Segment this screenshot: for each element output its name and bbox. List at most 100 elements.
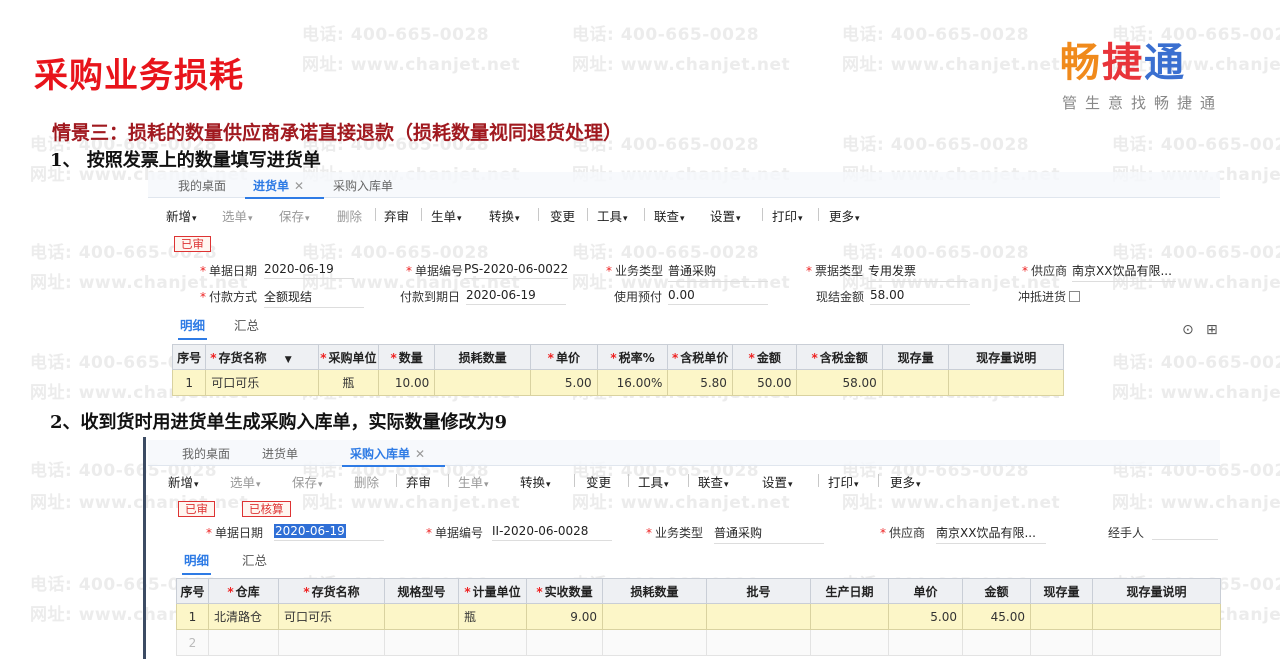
cell-empty[interactable] — [384, 629, 459, 656]
cash-amount-field[interactable]: 58.00 — [870, 288, 970, 305]
toolbar-button-12[interactable]: 更多▾ — [829, 206, 860, 225]
cell-warehouse[interactable]: 北清路仓 — [208, 603, 279, 630]
toolbar-button-2[interactable]: 保存▾ — [292, 472, 323, 491]
toolbar-button-12[interactable]: 更多▾ — [890, 472, 921, 491]
col-header[interactable]: 生产日期 — [810, 578, 889, 604]
cell-empty[interactable] — [962, 629, 1031, 656]
toolbar-button-11[interactable]: 打印▾ — [772, 206, 803, 225]
tab-purchase-order[interactable]: 进货单 ✕ — [244, 177, 325, 199]
location-icon[interactable]: ⊙ — [1182, 322, 1194, 338]
cell-tax-rate[interactable]: 16.00% — [596, 369, 669, 396]
due-date-field[interactable]: 2020-06-19 — [466, 288, 566, 305]
code-field[interactable]: PS-2020-06-0022 — [464, 262, 568, 279]
col-header[interactable]: * 计量单位 — [458, 578, 527, 604]
prepay-field[interactable]: 0.00 — [668, 288, 768, 305]
toolbar-button-4[interactable]: 弃审 — [406, 472, 431, 491]
cell-unit[interactable]: 瓶 — [458, 603, 527, 630]
toolbar-button-6[interactable]: 转换▾ — [489, 206, 520, 225]
biz-type-field[interactable]: 普通采购 — [668, 262, 768, 282]
col-header[interactable]: 单价 — [888, 578, 963, 604]
cell-empty[interactable] — [208, 629, 279, 656]
toolbar-button-5[interactable]: 生单▾ — [431, 206, 462, 225]
handler-field[interactable] — [1152, 524, 1218, 540]
subtab-summary[interactable]: 汇总 — [234, 315, 259, 334]
col-header[interactable]: * 采购单位 — [317, 344, 380, 370]
cell-received-qty[interactable]: 9.00 — [526, 603, 603, 630]
col-header[interactable]: * 数量 — [378, 344, 436, 370]
cell-empty[interactable] — [602, 629, 707, 656]
cell-unit[interactable]: 瓶 — [317, 369, 380, 396]
col-header[interactable]: * 单价 — [530, 344, 598, 370]
cell-qty[interactable]: 10.00 — [378, 369, 436, 396]
cell-item-name[interactable]: 可口可乐 — [278, 603, 385, 630]
cell-empty[interactable] — [458, 629, 527, 656]
cell-empty[interactable] — [706, 629, 811, 656]
col-header[interactable]: 规格型号 — [384, 578, 459, 604]
table-row[interactable]: 1 北清路仓 可口可乐 瓶 9.00 5.00 45.00 — [176, 603, 1221, 630]
col-header[interactable]: 现存量 — [1030, 578, 1093, 604]
tab-desktop[interactable]: 我的桌面 — [178, 177, 226, 194]
chevron-down-icon[interactable]: ▼ — [285, 355, 292, 365]
toolbar-button-7[interactable]: 变更 — [550, 206, 575, 225]
cell-tax-amount[interactable]: 58.00 — [796, 369, 883, 396]
supplier-field[interactable]: 南京XX饮品有限... — [936, 524, 1046, 544]
subtab-detail[interactable]: 明细 — [177, 315, 208, 340]
toolbar-button-7[interactable]: 变更 — [586, 472, 611, 491]
close-icon[interactable]: ✕ — [415, 447, 425, 461]
toolbar-button-0[interactable]: 新增▾ — [168, 472, 199, 491]
toolbar-button-8[interactable]: 工具▾ — [638, 472, 669, 491]
col-header[interactable]: * 仓库 — [208, 578, 279, 604]
col-header[interactable]: 现存量说明 — [948, 344, 1064, 370]
toolbar-button-1[interactable]: 选单▾ — [222, 206, 253, 225]
cell-empty[interactable] — [888, 629, 963, 656]
tab-purchase-order[interactable]: 进货单 — [262, 445, 298, 462]
col-header[interactable]: 现存量说明 — [1092, 578, 1221, 604]
cell-empty[interactable] — [810, 629, 889, 656]
date-field[interactable]: 2020-06-19 — [264, 262, 354, 279]
col-header[interactable]: * 存货名称 — [278, 578, 385, 604]
offset-checkbox[interactable]: 冲抵进货 — [1018, 288, 1081, 305]
col-header[interactable]: * 含税单价 — [667, 344, 733, 370]
tab-purchase-receipt[interactable]: 采购入库单 ✕ — [341, 445, 446, 467]
subtab-detail[interactable]: 明细 — [181, 550, 212, 575]
cell-loss-qty[interactable] — [602, 603, 707, 630]
toolbar-button-6[interactable]: 转换▾ — [520, 472, 551, 491]
toolbar-button-10[interactable]: 设置▾ — [762, 472, 793, 491]
toolbar-button-11[interactable]: 打印▾ — [828, 472, 859, 491]
col-header[interactable]: 损耗数量 — [602, 578, 707, 604]
cell-empty[interactable] — [1092, 629, 1221, 656]
toolbar-button-8[interactable]: 工具▾ — [597, 206, 628, 225]
biz-type-field[interactable]: 普通采购 — [714, 524, 824, 544]
col-header[interactable]: 序号 — [176, 578, 209, 604]
cell-batch[interactable] — [706, 603, 811, 630]
subtab-summary[interactable]: 汇总 — [242, 550, 267, 569]
table-row-empty[interactable]: 2 — [176, 629, 1221, 656]
cell-amount[interactable]: 50.00 — [731, 369, 798, 396]
cell-mfg-date[interactable] — [810, 603, 889, 630]
toolbar-button-9[interactable]: 联查▾ — [654, 206, 685, 225]
grid-settings-icon[interactable]: ⊞ — [1206, 322, 1218, 338]
cell-price[interactable]: 5.00 — [530, 369, 598, 396]
toolbar-button-10[interactable]: 设置▾ — [710, 206, 741, 225]
col-header[interactable]: * 含税金额 — [796, 344, 883, 370]
col-header[interactable]: 现存量 — [881, 344, 950, 370]
cell-loss-qty[interactable] — [434, 369, 532, 396]
toolbar-button-1[interactable]: 选单▾ — [230, 472, 261, 491]
col-header[interactable]: 批号 — [706, 578, 811, 604]
col-header[interactable]: * 存货名称 ▼ — [205, 344, 319, 370]
tab-purchase-receipt[interactable]: 采购入库单 — [333, 177, 393, 194]
toolbar-button-4[interactable]: 弃审 — [384, 206, 409, 225]
col-header[interactable]: 金额 — [962, 578, 1031, 604]
toolbar-button-3[interactable]: 删除 — [337, 206, 362, 225]
cell-tax-price[interactable]: 5.80 — [667, 369, 733, 396]
code-field[interactable]: II-2020-06-0028 — [492, 524, 612, 541]
toolbar-button-3[interactable]: 删除 — [354, 472, 379, 491]
toolbar-button-9[interactable]: 联查▾ — [698, 472, 729, 491]
col-header[interactable]: 序号 — [171, 344, 207, 370]
col-header[interactable]: * 实收数量 — [526, 578, 603, 604]
checkbox-icon[interactable] — [1069, 291, 1081, 302]
date-field[interactable]: 2020-06-19 — [274, 524, 384, 541]
cell-spec[interactable] — [384, 603, 459, 630]
table-row[interactable]: 1 可口可乐 瓶 10.00 5.00 16.00% 5.80 50.00 58… — [171, 369, 1064, 396]
col-header[interactable]: * 金额 — [731, 344, 798, 370]
